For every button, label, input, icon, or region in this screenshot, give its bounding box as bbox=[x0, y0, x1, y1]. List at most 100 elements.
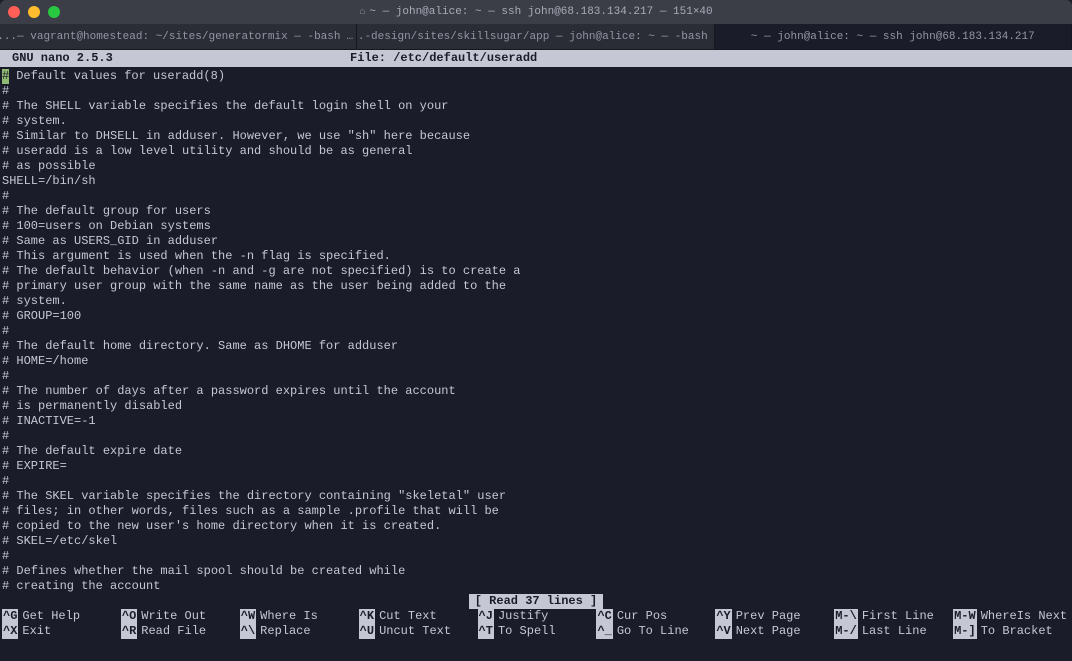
shortcut-key: ^R bbox=[121, 624, 137, 639]
line-text: Default values for useradd(8) bbox=[9, 69, 225, 83]
shortcut-next-page: ^V Next Page bbox=[715, 624, 834, 639]
maximize-window-button[interactable] bbox=[48, 6, 60, 18]
editor-line: # system. bbox=[0, 114, 1072, 129]
editor-line: # primary user group with the same name … bbox=[0, 279, 1072, 294]
traffic-lights bbox=[8, 6, 60, 18]
shortcut-help: ^G Get Help ^O Write Out ^W Where Is ^K Cut … bbox=[0, 609, 1072, 639]
home-icon: ⌂ bbox=[359, 7, 365, 18]
editor-line: # Similar to DHSELL in adduser. However,… bbox=[0, 129, 1072, 144]
editor-line: # SKEL=/etc/skel bbox=[0, 534, 1072, 549]
editor-line: # The default home directory. Same as DH… bbox=[0, 339, 1072, 354]
shortcut-to-bracket: M-] To Bracket bbox=[953, 624, 1072, 639]
shortcut-last-line: M-/Last Line bbox=[834, 624, 953, 639]
shortcut-key: ^X bbox=[2, 624, 18, 639]
editor-line: # The default expire date bbox=[0, 444, 1072, 459]
editor-line: # files; in other words, files such as a… bbox=[0, 504, 1072, 519]
editor-line: # bbox=[0, 474, 1072, 489]
shortcut-key: ^T bbox=[478, 624, 494, 639]
tab-1[interactable]: ...— vagrant@homestead: ~/sites/generato… bbox=[0, 24, 357, 49]
editor-line: # The SHELL variable specifies the defau… bbox=[0, 99, 1072, 114]
editor-line: SHELL=/bin/sh bbox=[0, 174, 1072, 189]
close-window-button[interactable] bbox=[8, 6, 20, 18]
shortcut-go-to-line: ^_Go To Line bbox=[596, 624, 715, 639]
editor-line: # is permanently disabled bbox=[0, 399, 1072, 414]
shortcut-whereis-next: M-W WhereIs Next bbox=[953, 609, 1072, 624]
shortcut-label: To Bracket bbox=[981, 624, 1053, 639]
editor-line: # bbox=[0, 84, 1072, 99]
nano-version: GNU nano 2.5.3 bbox=[0, 50, 350, 67]
shortcut-first-line: M-\ First Line bbox=[834, 609, 953, 624]
shortcut-label: Read File bbox=[141, 624, 206, 639]
shortcut-cut-text: ^K Cut Text bbox=[359, 609, 478, 624]
shortcut-key: ^V bbox=[715, 624, 731, 639]
shortcut-key: ^U bbox=[359, 624, 375, 639]
window-title: ⌂ ~ — john@alice: ~ — ssh john@68.183.13… bbox=[359, 6, 712, 18]
editor-line: # The SKEL variable specifies the direct… bbox=[0, 489, 1072, 504]
editor-line: # The default group for users bbox=[0, 204, 1072, 219]
editor-line: # The default behavior (when -n and -g a… bbox=[0, 264, 1072, 279]
shortcut-key: ^\ bbox=[240, 624, 256, 639]
shortcut-key: M-\ bbox=[834, 609, 858, 624]
shortcut-label: Uncut Text bbox=[379, 624, 451, 639]
editor-line: # Defines whether the mail spool should … bbox=[0, 564, 1072, 579]
editor-line: # 100=users on Debian systems bbox=[0, 219, 1072, 234]
shortcut-key: ^W bbox=[240, 609, 256, 624]
shortcut-label: Cur Pos bbox=[617, 609, 667, 624]
editor-line: # HOME=/home bbox=[0, 354, 1072, 369]
editor-line: # useradd is a low level utility and sho… bbox=[0, 144, 1072, 159]
tab-label: ~ — john@alice: ~ — ssh john@68.183.134.… bbox=[751, 31, 1035, 43]
shortcut-key: ^K bbox=[359, 609, 375, 624]
shortcut-key: ^Y bbox=[715, 609, 731, 624]
shortcut-label: Get Help bbox=[22, 609, 80, 624]
shortcut-label: Go To Line bbox=[617, 624, 689, 639]
editor-line: # bbox=[0, 429, 1072, 444]
tab-label: ...— vagrant@homestead: ~/sites/generato… bbox=[0, 31, 341, 43]
editor-line: # GROUP=100 bbox=[0, 309, 1072, 324]
status-line: [ Read 37 lines ] bbox=[0, 594, 1072, 609]
cursor: # bbox=[2, 69, 9, 84]
bottom-spacer bbox=[0, 639, 1072, 642]
editor-line: # bbox=[0, 189, 1072, 204]
shortcut-label: Write Out bbox=[141, 609, 206, 624]
shortcut-get-help: ^G Get Help bbox=[2, 609, 121, 624]
shortcut-key: ^G bbox=[2, 609, 18, 624]
tab-label: ...-design/sites/skillsugar/app — john@a… bbox=[357, 31, 707, 43]
shortcut-key: M-W bbox=[953, 609, 977, 624]
minimize-window-button[interactable] bbox=[28, 6, 40, 18]
shortcut-key: M-/ bbox=[834, 624, 858, 639]
editor-line: # bbox=[0, 369, 1072, 384]
tab-bar: ...— vagrant@homestead: ~/sites/generato… bbox=[0, 24, 1072, 50]
tab-2[interactable]: ...-design/sites/skillsugar/app — john@a… bbox=[357, 24, 714, 49]
shortcut-label: Replace bbox=[260, 624, 310, 639]
tab-overflow-icon: … bbox=[341, 31, 358, 43]
shortcut-label: Prev Page bbox=[736, 609, 801, 624]
editor-line: # copied to the new user's home director… bbox=[0, 519, 1072, 534]
editor-line: # system. bbox=[0, 294, 1072, 309]
shortcut-label: Cut Text bbox=[379, 609, 437, 624]
shortcut-label: WhereIs Next bbox=[981, 609, 1067, 624]
shortcut-label: Next Page bbox=[736, 624, 801, 639]
shortcut-key: ^J bbox=[478, 609, 494, 624]
editor-area[interactable]: # Default values for useradd(8) # # The … bbox=[0, 67, 1072, 594]
tab-overflow-icon: … bbox=[708, 31, 715, 43]
window-titlebar: ⌂ ~ — john@alice: ~ — ssh john@68.183.13… bbox=[0, 0, 1072, 24]
shortcut-label: Justify bbox=[498, 609, 548, 624]
editor-line: # The number of days after a password ex… bbox=[0, 384, 1072, 399]
shortcut-cur-pos: ^CCur Pos bbox=[596, 609, 715, 624]
shortcut-exit: ^XExit bbox=[2, 624, 121, 639]
editor-line: # EXPIRE= bbox=[0, 459, 1072, 474]
shortcut-where-is: ^W Where Is bbox=[240, 609, 359, 624]
shortcut-prev-page: ^Y Prev Page bbox=[715, 609, 834, 624]
editor-line: # INACTIVE=-1 bbox=[0, 414, 1072, 429]
status-badge: [ Read 37 lines ] bbox=[469, 594, 603, 609]
shortcut-key: ^O bbox=[121, 609, 137, 624]
editor-line: # This argument is used when the -n flag… bbox=[0, 249, 1072, 264]
tab-3-active[interactable]: ~ — john@alice: ~ — ssh john@68.183.134.… bbox=[715, 24, 1072, 49]
shortcut-label: Where Is bbox=[260, 609, 318, 624]
shortcut-key: M-] bbox=[953, 624, 977, 639]
shortcut-write-out: ^O Write Out bbox=[121, 609, 240, 624]
nano-header: GNU nano 2.5.3 File: /etc/default/userad… bbox=[0, 50, 1072, 67]
editor-line: # Same as USERS_GID in adduser bbox=[0, 234, 1072, 249]
shortcut-label: First Line bbox=[862, 609, 934, 624]
shortcut-read-file: ^R Read File bbox=[121, 624, 240, 639]
